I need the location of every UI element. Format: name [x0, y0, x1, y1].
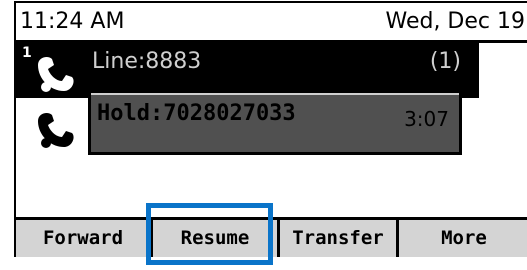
resume-highlight-box: [146, 203, 273, 265]
line-label: Line:8883: [92, 49, 202, 74]
date-display: Wed, Dec 19: [385, 9, 525, 34]
line-call-count: (1): [429, 49, 461, 74]
call-timer: 3:07: [404, 107, 449, 131]
held-call-label: Hold:7028027033: [97, 101, 296, 126]
transfer-softkey[interactable]: Transfer: [280, 220, 399, 257]
more-softkey[interactable]: More: [399, 220, 527, 257]
call-row-divider: [91, 93, 459, 95]
held-call-row[interactable]: Hold:7028027033 3:07: [88, 93, 462, 155]
phone-handset-icon: [38, 57, 74, 92]
line-row[interactable]: 1 Line:8883 (1): [16, 43, 479, 98]
forward-softkey[interactable]: Forward: [16, 220, 153, 257]
status-bar: 11:24 AM Wed, Dec 19: [16, 3, 527, 43]
line-number: 1: [22, 45, 32, 61]
clock-time: 11:24 AM: [20, 9, 125, 34]
phone-handset-icon: [38, 113, 74, 148]
